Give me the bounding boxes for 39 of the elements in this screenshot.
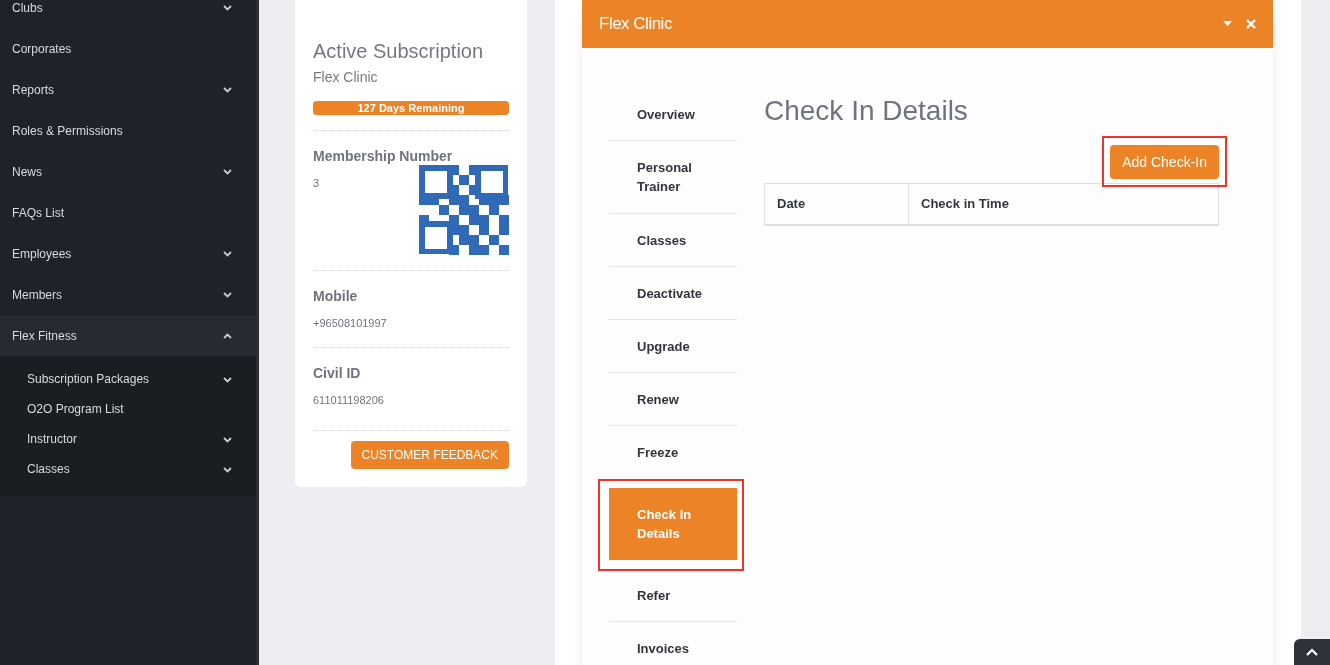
sidebar-item[interactable]: Corporates — [0, 28, 256, 69]
sidebar-item[interactable]: News — [0, 151, 256, 192]
subscription-name: Flex Clinic — [313, 68, 379, 87]
sidebar-item[interactable]: Employees — [0, 233, 256, 274]
sidebar-item[interactable]: FAQs List — [0, 192, 256, 233]
sidebar-item[interactable]: Members — [0, 274, 256, 315]
side-tab[interactable]: Personal Trainer — [609, 141, 737, 214]
side-tab[interactable]: Upgrade — [609, 320, 737, 373]
side-tab[interactable]: Invoices — [609, 622, 737, 665]
chevron-up-icon — [1306, 648, 1318, 656]
section-heading: Check In Details — [764, 94, 969, 128]
column-header: Date — [765, 184, 909, 224]
sidebar-item[interactable]: Roles & Permissions — [0, 110, 256, 151]
sidebar-item[interactable]: Reports — [0, 69, 256, 110]
field-value: 611011198206 — [313, 392, 384, 408]
column-header: Check in Time — [920, 195, 1010, 214]
submenu-item[interactable]: Instructor — [0, 428, 256, 458]
sidebar-item[interactable]: Clubs — [0, 0, 256, 28]
field-label: Membership Number — [313, 147, 454, 166]
side-tab[interactable]: Deactivate — [609, 267, 737, 320]
field-value: +96508101997 — [313, 316, 387, 331]
side-tab[interactable]: Renew — [609, 373, 737, 426]
progress-label: 127 Days Remaining — [356, 101, 466, 115]
close-icon[interactable] — [1246, 19, 1256, 29]
side-tab[interactable]: Classes — [609, 214, 737, 267]
field-value: 3 — [313, 176, 320, 191]
subscription-heading: Active Subscription — [313, 39, 485, 64]
side-tab[interactable]: Overview — [609, 88, 737, 141]
submenu-item[interactable]: O2O Program List — [0, 398, 256, 428]
side-tab[interactable]: Refer — [609, 569, 737, 622]
field-label: Mobile — [313, 287, 359, 306]
caret-down-icon[interactable] — [1223, 21, 1232, 27]
field-label: Civil ID — [313, 363, 362, 383]
side-tab[interactable]: Freeze — [609, 426, 737, 479]
modal-title: Flex Clinic — [599, 13, 672, 36]
scroll-to-top-button[interactable] — [1294, 639, 1330, 665]
submenu-item[interactable]: Subscription Packages — [0, 368, 256, 398]
submenu-item[interactable]: Classes — [0, 458, 256, 488]
sidebar-item[interactable]: Flex Fitness — [0, 315, 256, 356]
